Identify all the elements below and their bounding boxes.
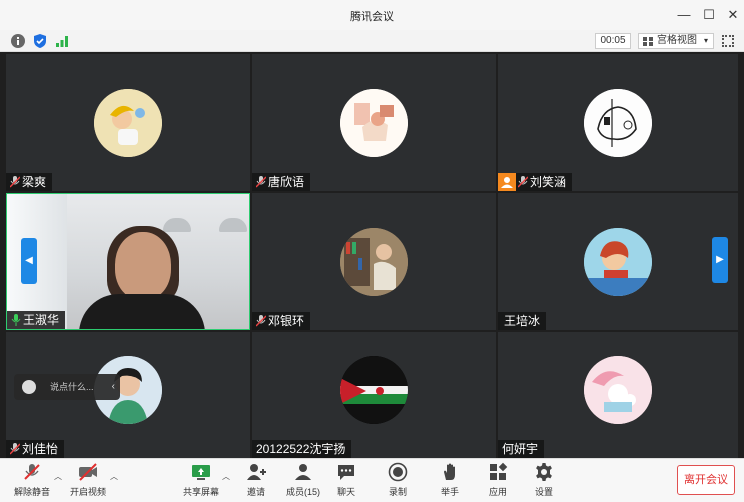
chat-label: 聊天 (336, 487, 355, 497)
hand-icon (444, 463, 455, 480)
grid-icon (643, 37, 653, 46)
quick-chat-input[interactable]: 说点什么... ‹ (14, 374, 120, 400)
chat-icon (338, 465, 354, 480)
avatar (94, 88, 162, 157)
audio-options-chevron-icon[interactable]: ︿ (54, 471, 62, 482)
mic-muted-icon (24, 464, 40, 480)
avatar (340, 88, 408, 157)
video-options-chevron-icon[interactable]: ︿ (110, 471, 118, 482)
record-label: 录制 (388, 487, 407, 497)
share-screen-button[interactable]: 共享屏幕 (178, 462, 224, 500)
chevron-left-icon[interactable]: ‹ (112, 374, 115, 400)
participant-name: 唐欣语 (268, 175, 305, 189)
add-user-icon (247, 464, 266, 480)
emoji-icon[interactable] (22, 380, 36, 394)
apps-button[interactable]: 应用 (476, 462, 520, 500)
leave-meeting-button[interactable]: 离开会议 (677, 465, 735, 495)
unmute-button[interactable]: 解除静音 (10, 462, 54, 500)
previous-page-button[interactable]: ◀ (21, 238, 37, 284)
participant-name-tag: 刘佳怡 (6, 440, 65, 458)
meeting-toolbar: 00:05 宫格视图 ▾ (0, 30, 744, 52)
share-options-chevron-icon[interactable]: ︿ (222, 471, 230, 482)
participant-tile-active-speaker[interactable]: ◀ 王淑华 (6, 193, 250, 330)
participant-tile[interactable]: 20122522沈宇扬 (252, 332, 496, 458)
participant-tile[interactable]: 刘笑涵 (498, 54, 738, 191)
apps-icon (490, 462, 508, 480)
participant-name: 何妍宇 (502, 442, 539, 456)
chevron-down-icon: ▾ (703, 36, 708, 45)
members-label: 成员(15) (285, 487, 320, 497)
close-icon[interactable]: ✕ (725, 7, 741, 23)
raise-hand-button[interactable]: 举手 (428, 462, 472, 500)
participant-tile[interactable]: 唐欣语 (252, 54, 496, 191)
participant-tile[interactable]: 梁爽 (6, 54, 250, 191)
video-grid: 梁爽 唐欣语 刘笑涵 ◀ 王淑华 邓银环 ▶ 王培冰 刘佳怡 20122522沈… (0, 52, 744, 458)
record-icon (388, 462, 408, 482)
apps-label: 应用 (488, 487, 507, 497)
share-screen-icon (192, 465, 210, 480)
title-bar: 腾讯会议 — ☐ ✕ (0, 0, 744, 30)
window-title: 腾讯会议 (350, 11, 394, 23)
mic-muted-icon (256, 315, 266, 327)
participant-name-tag: 何妍宇 (498, 440, 545, 458)
avatar (584, 88, 652, 157)
mic-muted-icon (10, 443, 20, 455)
next-page-button[interactable]: ▶ (712, 237, 728, 283)
shield-icon[interactable] (32, 33, 48, 49)
participant-tile[interactable]: 何妍宇 (498, 332, 738, 458)
participant-name-tag: 20122522沈宇扬 (252, 440, 352, 458)
raise-hand-label: 举手 (440, 487, 459, 497)
avatar (340, 227, 408, 296)
settings-label: 设置 (534, 487, 553, 497)
participant-name-tag: 王培冰 (498, 312, 547, 330)
settings-button[interactable]: 设置 (522, 462, 566, 500)
signal-icon[interactable] (54, 33, 70, 49)
video-feed (7, 194, 249, 329)
invite-button[interactable]: 邀请 (234, 462, 278, 500)
camera-off-icon (79, 463, 97, 481)
info-icon[interactable] (10, 33, 26, 49)
participant-name-tag: 梁爽 (6, 173, 53, 191)
participant-name: 王淑华 (23, 313, 60, 327)
view-mode-label: 宫格视图 (657, 35, 697, 46)
participant-name-tag: 唐欣语 (252, 173, 311, 191)
maximize-icon[interactable]: ☐ (701, 7, 717, 23)
participant-name: 梁爽 (22, 175, 47, 189)
mic-muted-icon (256, 176, 266, 188)
mic-active-icon (11, 314, 21, 326)
unmute-label: 解除静音 (13, 487, 50, 497)
view-mode-button[interactable]: 宫格视图 ▾ (638, 33, 714, 49)
start-video-label: 开启视频 (69, 487, 106, 497)
share-screen-label: 共享屏幕 (182, 487, 219, 497)
participant-name: 刘笑涵 (530, 175, 567, 189)
avatar (584, 356, 652, 424)
participant-name: 刘佳怡 (22, 442, 59, 456)
chat-placeholder: 说点什么... (50, 382, 94, 392)
mic-muted-icon (10, 176, 20, 188)
participant-name-tag: 刘笑涵 (498, 173, 573, 191)
record-button[interactable]: 录制 (376, 462, 420, 500)
invite-label: 邀请 (246, 487, 265, 497)
participant-name-tag: 王淑华 (7, 311, 66, 329)
participant-name: 王培冰 (504, 314, 541, 328)
mic-muted-icon (518, 176, 528, 188)
participant-name: 20122522沈宇扬 (256, 442, 346, 456)
members-button[interactable]: 成员(15) (280, 462, 326, 500)
avatar (340, 356, 408, 424)
avatar (584, 227, 652, 296)
members-icon (295, 464, 311, 480)
start-video-button[interactable]: 开启视频 (66, 462, 110, 500)
participant-tile[interactable]: ▶ 王培冰 (498, 193, 738, 330)
meeting-timer: 00:05 (595, 33, 631, 49)
participant-name-tag: 邓银环 (252, 312, 311, 330)
participant-name: 邓银环 (268, 314, 305, 328)
user-placeholder-icon (498, 173, 516, 191)
chat-button[interactable]: 聊天 (324, 462, 368, 500)
fullscreen-icon[interactable] (722, 35, 734, 47)
participant-tile[interactable]: 邓银环 (252, 193, 496, 330)
minimize-icon[interactable]: — (676, 7, 692, 23)
control-bar: 解除静音 ︿ 开启视频 ︿ 共享屏幕 ︿ 邀请 成员(15) 聊天 录制 举手 … (0, 458, 744, 502)
gear-icon (536, 463, 552, 481)
